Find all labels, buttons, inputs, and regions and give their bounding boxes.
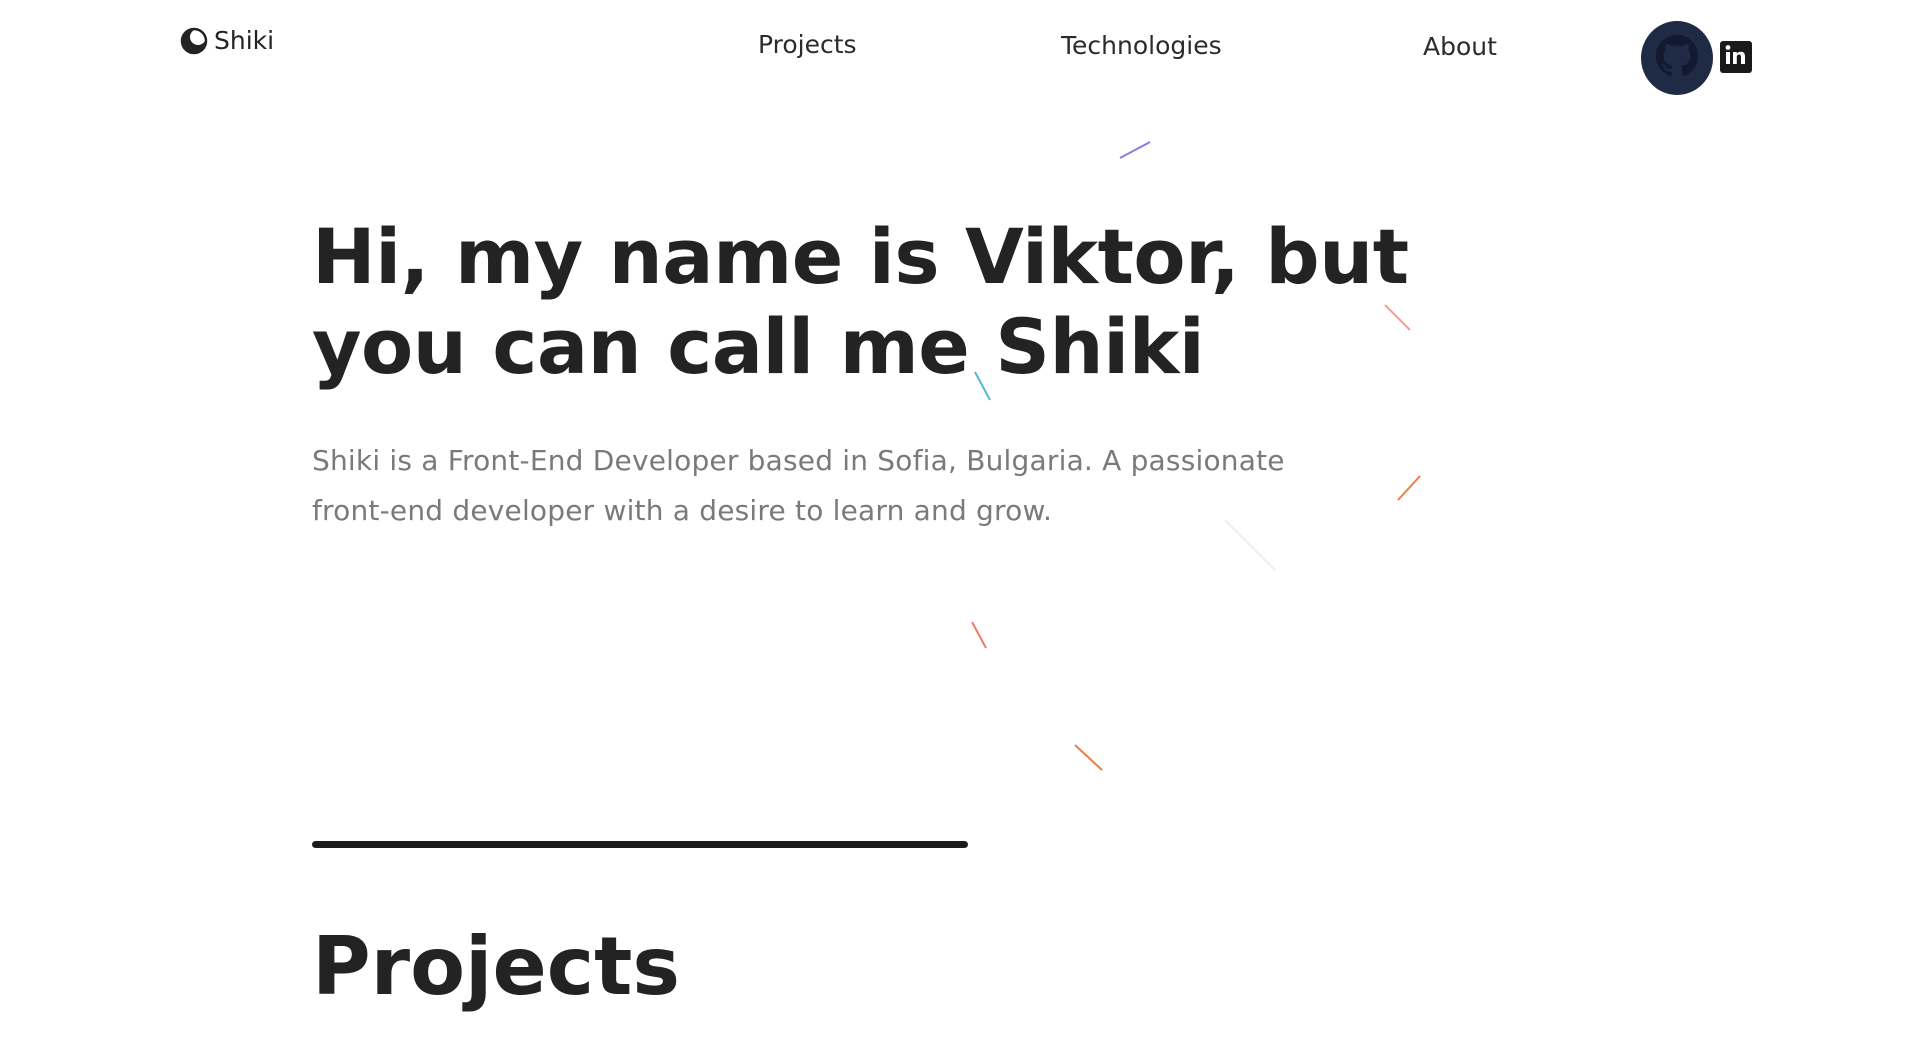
nav-link-projects[interactable]: Projects xyxy=(758,30,857,59)
section-divider xyxy=(312,841,968,848)
linkedin-icon xyxy=(1723,42,1749,72)
github-icon xyxy=(1655,34,1699,82)
hero-heading: Hi, my name is Viktor, but you can call … xyxy=(312,212,1409,391)
streak xyxy=(1119,141,1151,159)
nav-link-technologies[interactable]: Technologies xyxy=(1061,31,1222,60)
nav-link-about[interactable]: About xyxy=(1423,32,1497,61)
github-button[interactable] xyxy=(1641,21,1713,95)
linkedin-button[interactable] xyxy=(1720,41,1752,73)
logo-link[interactable]: Shiki xyxy=(180,26,274,55)
streak xyxy=(1397,475,1421,501)
hero-description: Shiki is a Front-End Developer based in … xyxy=(312,444,1285,527)
page: Shiki Projects Technologies About Hi, my xyxy=(0,0,1920,1053)
streak xyxy=(971,621,987,649)
logo-text: Shiki xyxy=(214,26,275,55)
streak xyxy=(1074,744,1103,771)
projects-heading: Projects xyxy=(312,920,681,1013)
logo-icon xyxy=(180,27,208,55)
